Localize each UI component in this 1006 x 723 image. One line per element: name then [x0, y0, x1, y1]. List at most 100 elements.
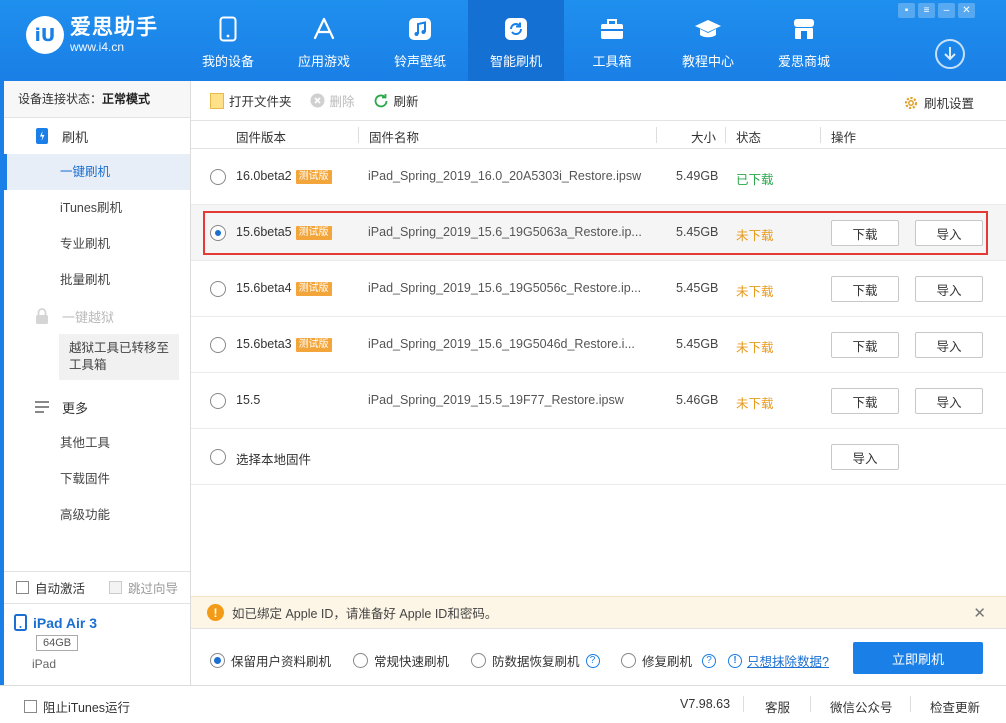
import-button[interactable]: 导入 [915, 220, 983, 246]
nav-label: 应用游戏 [297, 54, 350, 69]
row-status: 未下载 [736, 285, 774, 299]
beta-tag: 测试版 [295, 170, 332, 184]
col-name: 固件名称 [369, 131, 420, 145]
flash-settings-button[interactable]: 刷机设置 [903, 93, 974, 112]
nav-tutorials[interactable]: 教程中心 [660, 0, 756, 81]
nav-my-device[interactable]: 我的设备 [180, 0, 276, 81]
nav-smart-flash[interactable]: 智能刷机 [468, 0, 564, 81]
sidebar-group-more[interactable]: 更多 [4, 389, 190, 425]
minimize-icon[interactable]: – [938, 3, 955, 18]
row-radio[interactable] [210, 281, 226, 297]
sidebar-item-itunes-flash[interactable]: iTunes刷机 [4, 190, 190, 226]
option-label: 修复刷机 [642, 655, 693, 669]
device-type: iPad [32, 657, 57, 671]
download-button[interactable]: 下载 [831, 388, 899, 414]
notice-text: 如已绑定 Apple ID，请准备好 Apple ID和密码。 [232, 607, 498, 621]
option-anti-recovery[interactable]: 防数据恢复刷机 ? [471, 651, 600, 670]
option-radio[interactable] [471, 653, 486, 668]
auto-activate-label: 自动激活 [35, 582, 86, 596]
table-row[interactable]: 16.0beta2 测试版 iPad_Spring_2019_16.0_20A53… [191, 149, 1006, 205]
download-button[interactable]: 下载 [831, 220, 899, 246]
nav-toolbox[interactable]: 工具箱 [564, 0, 660, 81]
auto-activate-checkbox[interactable] [16, 581, 29, 594]
main-toolbar: 打开文件夹 删除 刷新 刷机设置 [191, 81, 1006, 121]
table-row-selected[interactable]: 15.6beta5 测试版 iPad_Spring_2019_15.6_19G50… [191, 205, 1006, 261]
erase-link-label[interactable]: 只想抹除数据? [747, 651, 829, 670]
row-status: 未下载 [736, 341, 774, 355]
flash-options: 保留用户资料刷机 常规快速刷机 防数据恢复刷机 ? 修复刷机 ? ! 只想抹除数… [191, 628, 1006, 685]
import-button[interactable]: 导入 [915, 276, 983, 302]
table-row[interactable]: 15.6beta4 测试版 iPad_Spring_2019_15.6_19G50… [191, 261, 1006, 317]
block-itunes-checkbox[interactable] [24, 700, 37, 713]
option-radio[interactable] [621, 653, 636, 668]
info-icon: ! [728, 653, 742, 668]
row-radio[interactable] [210, 337, 226, 353]
refresh-button[interactable]: 刷新 [373, 91, 419, 110]
row-radio[interactable] [210, 449, 226, 465]
device-info: iPad Air 3 64GB iPad [4, 603, 190, 685]
option-quick-flash[interactable]: 常规快速刷机 [353, 651, 449, 670]
row-version: 15.5 [236, 393, 261, 407]
option-radio[interactable] [210, 653, 225, 668]
open-folder-button[interactable]: 打开文件夹 [210, 91, 292, 110]
import-button[interactable]: 导入 [915, 332, 983, 358]
check-update-link[interactable]: 检查更新 [930, 697, 980, 716]
wechat-link[interactable]: 微信公众号 [830, 697, 893, 716]
download-button[interactable]: 下载 [831, 276, 899, 302]
sidebar-item-pro-flash[interactable]: 专业刷机 [4, 226, 190, 262]
download-manager-button[interactable] [935, 39, 965, 69]
nav-label: 铃声壁纸 [393, 54, 446, 69]
beta-tag: 测试版 [295, 226, 332, 240]
folder-icon [210, 92, 224, 109]
sidebar-item-other-tools[interactable]: 其他工具 [4, 425, 190, 461]
nav-label: 智能刷机 [489, 54, 542, 69]
sidebar-item-one-click-flash[interactable]: 一键刷机 [4, 154, 190, 190]
flash-now-button[interactable]: 立即刷机 [853, 642, 983, 674]
connection-status: 设备连接状态：正常模式 [4, 81, 190, 118]
group-label: 一键越狱 [62, 309, 115, 325]
logo-mark: iU [26, 16, 64, 54]
sidebar: 设备连接状态：正常模式 刷机 一键刷机 iTunes刷机 专业刷机 批量刷机 一… [0, 81, 191, 685]
beta-tag: 测试版 [295, 282, 332, 296]
sidebar-group-flash[interactable]: 刷机 [4, 118, 190, 154]
erase-data-link[interactable]: ! 只想抹除数据? [728, 651, 829, 670]
delete-label: 删除 [329, 95, 355, 109]
table-row[interactable]: 15.5 iPad_Spring_2019_15.5_19F77_Restore… [191, 373, 1006, 429]
option-label: 常规快速刷机 [374, 655, 450, 669]
table-row[interactable]: 15.6beta3 测试版 iPad_Spring_2019_15.6_19G50… [191, 317, 1006, 373]
menu-icon[interactable]: ≡ [918, 3, 935, 18]
app-header: iU 爱思助手 www.i4.cn 我的设备 应用游戏 铃声壁纸 智能刷机 工具… [0, 0, 1006, 81]
row-radio[interactable] [210, 393, 226, 409]
import-local-button[interactable]: 导入 [831, 444, 899, 470]
close-icon[interactable]: ✕ [973, 604, 986, 622]
skip-guide-checkbox[interactable] [109, 581, 123, 594]
skin-icon[interactable]: ▪ [898, 3, 915, 18]
sidebar-item-download-firmware[interactable]: 下载固件 [4, 461, 190, 497]
import-button[interactable]: 导入 [915, 388, 983, 414]
help-icon[interactable]: ? [702, 653, 717, 668]
block-itunes-toggle[interactable]: 阻止iTunes运行 [24, 697, 130, 716]
option-radio[interactable] [353, 653, 368, 668]
nav-shop[interactable]: 爱思商城 [756, 0, 852, 81]
delete-button[interactable]: 删除 [310, 91, 355, 110]
sidebar-item-advanced[interactable]: 高级功能 [4, 497, 190, 533]
local-firmware-row[interactable]: 选择本地固件 导入 [191, 429, 1006, 485]
nav-apps-games[interactable]: 应用游戏 [276, 0, 372, 81]
help-icon[interactable]: ? [585, 653, 600, 668]
close-icon[interactable]: ✕ [958, 3, 975, 18]
logo-title: 爱思助手 [70, 16, 158, 39]
sidebar-item-batch-flash[interactable]: 批量刷机 [4, 262, 190, 298]
device-name: iPad Air 3 [33, 614, 98, 631]
nav-ringtones[interactable]: 铃声壁纸 [372, 0, 468, 81]
download-button[interactable]: 下载 [831, 332, 899, 358]
option-repair-flash[interactable]: 修复刷机 ? [621, 651, 717, 670]
lock-icon [34, 307, 50, 325]
col-size: 大小 [691, 131, 717, 145]
row-filename: iPad_Spring_2019_15.5_19F77_Restore.ipsw [368, 393, 624, 407]
device-capacity: 64GB [36, 635, 79, 651]
row-radio[interactable] [210, 225, 226, 241]
customer-service-link[interactable]: 客服 [765, 697, 790, 716]
music-icon [406, 15, 434, 43]
row-radio[interactable] [210, 169, 226, 185]
option-keep-data[interactable]: 保留用户资料刷机 [210, 651, 331, 670]
